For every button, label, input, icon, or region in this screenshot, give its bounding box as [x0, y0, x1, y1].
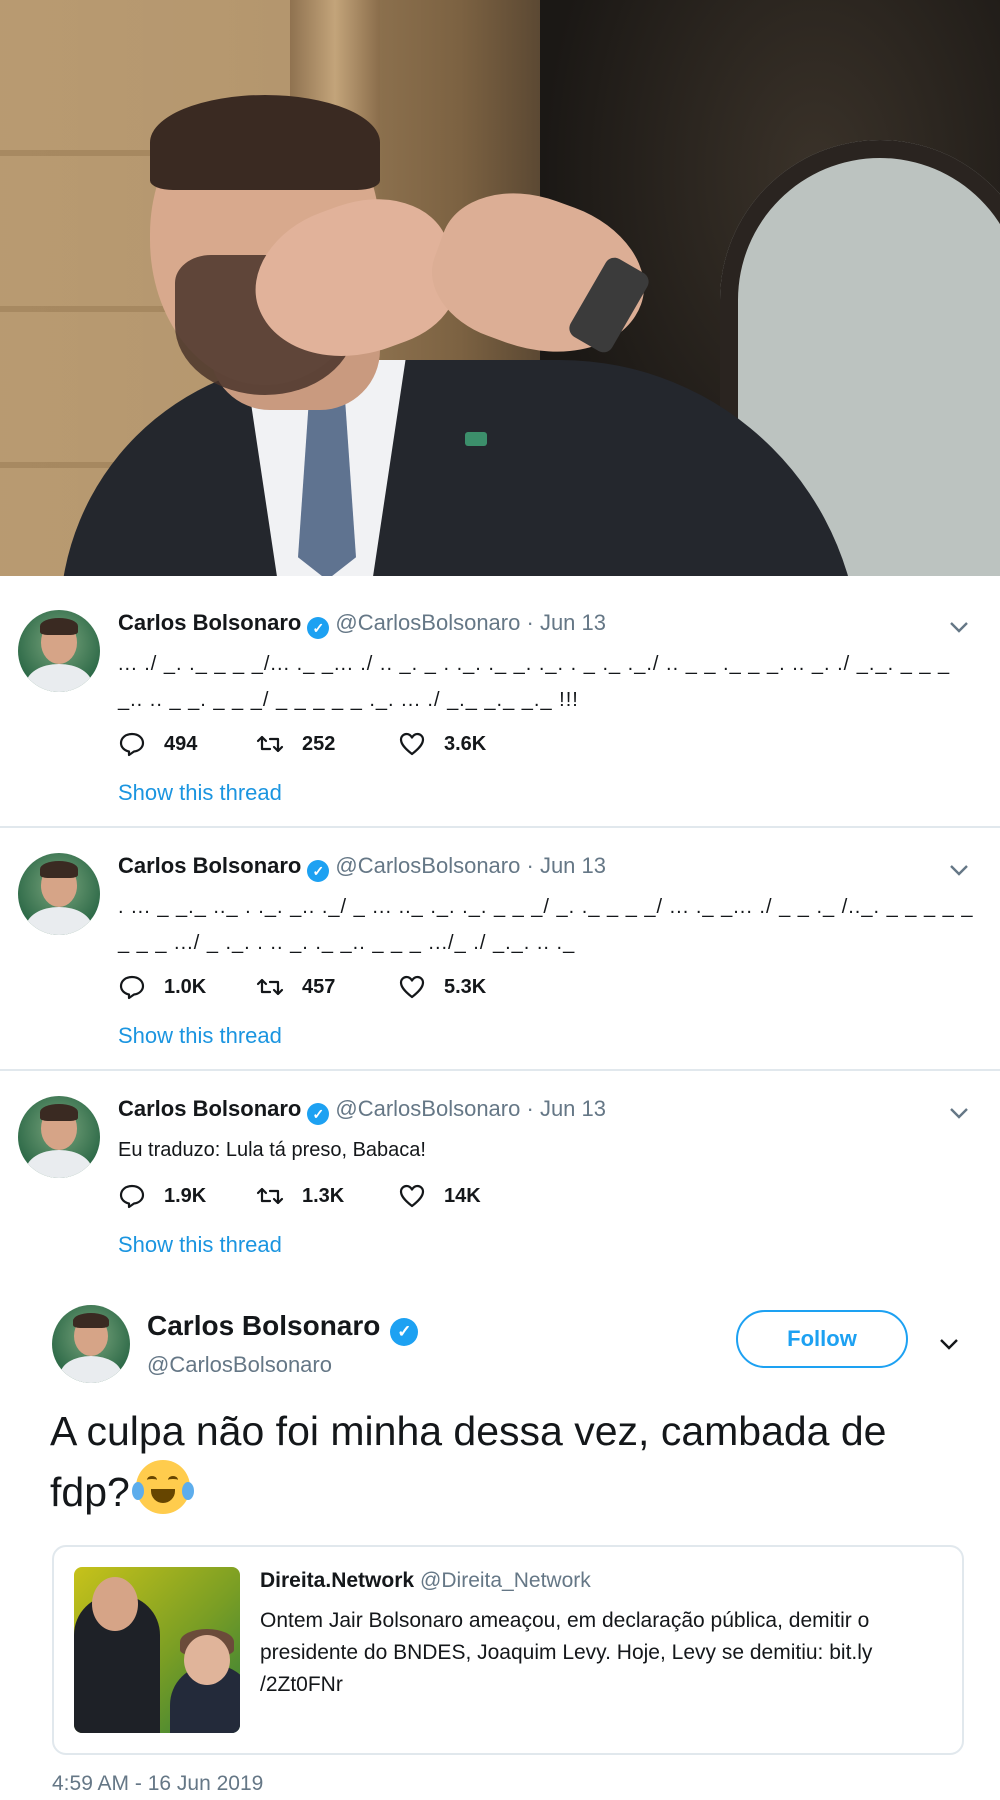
reply-count: 494 [164, 732, 198, 755]
reply-button[interactable]: 1.0K [118, 973, 206, 1001]
reply-icon [119, 732, 145, 757]
separator-dot: · [526, 610, 534, 635]
follow-button[interactable]: Follow [736, 1310, 908, 1368]
tweet-header: Carlos Bolsonaro ✓ @CarlosBolsonaro · Jun … [118, 853, 606, 882]
author-name[interactable]: Carlos Bolsonaro [118, 853, 301, 878]
main-author-name-text: Carlos Bolsonaro [147, 1310, 381, 1341]
quoted-author-handle: @Direita_Network [420, 1569, 591, 1592]
like-button[interactable]: 5.3K [398, 973, 486, 1001]
verified-badge-icon: ✓ [307, 1103, 330, 1125]
quoted-author-name: Direita.Network [260, 1569, 415, 1592]
chevron-down-icon[interactable] [948, 1102, 970, 1124]
retweet-count: 252 [302, 732, 336, 755]
show-thread-link[interactable]: Show this thread [118, 1232, 282, 1258]
tweet-header: Carlos Bolsonaro ✓ @CarlosBolsonaro · Jun … [118, 1096, 606, 1125]
main-avatar[interactable] [52, 1305, 130, 1383]
tweet-date[interactable]: Jun 13 [540, 610, 606, 635]
reply-button[interactable]: 494 [118, 730, 197, 758]
quoted-tweet-image [74, 1567, 240, 1733]
reply-count: 1.0K [164, 975, 207, 998]
retweet-count: 1.3K [302, 1184, 345, 1207]
like-count: 3.6K [444, 732, 487, 755]
like-count: 5.3K [444, 975, 487, 998]
tweet-2[interactable]: Carlos Bolsonaro ✓ @CarlosBolsonaro · Jun … [0, 833, 1000, 1071]
verified-badge-icon: ✓ [390, 1318, 419, 1346]
like-button[interactable]: 14K [398, 1182, 481, 1210]
retweet-button[interactable]: 252 [256, 730, 335, 758]
tweet-text: . ... _ _._ .._ . ._. _.. ._/ _ ... .._ … [118, 896, 974, 954]
reply-button[interactable]: 1.9K [118, 1182, 206, 1210]
like-count: 14K [444, 1184, 481, 1207]
tweet-text: Eu traduzo: Lula tá preso, Babaca! [118, 1139, 426, 1161]
retweet-icon [256, 735, 284, 753]
reply-icon [119, 1184, 145, 1209]
show-thread-link[interactable]: Show this thread [118, 1023, 282, 1049]
verified-badge-icon: ✓ [307, 617, 330, 639]
heart-icon [399, 1184, 425, 1208]
tweet-text: ... ./ _. ._ _ _ _/... ._ _... ./ .. _. … [118, 653, 951, 711]
tweet-date[interactable]: Jun 13 [540, 853, 606, 878]
tweet-header: Carlos Bolsonaro ✓ @CarlosBolsonaro · Jun … [118, 610, 606, 639]
main-author-name[interactable]: Carlos Bolsonaro ✓ [147, 1310, 424, 1346]
face-with-tears-of-joy-emoji [131, 1460, 194, 1514]
retweet-count: 457 [302, 975, 336, 998]
tweet-date[interactable]: Jun 13 [540, 1096, 606, 1121]
show-thread-link[interactable]: Show this thread [118, 780, 282, 806]
avatar[interactable] [18, 853, 100, 935]
like-button[interactable]: 3.6K [398, 730, 486, 758]
heart-icon [399, 732, 425, 756]
divider [0, 1069, 1000, 1071]
main-author-handle[interactable]: @CarlosBolsonaro [147, 1352, 332, 1378]
chevron-down-icon[interactable] [948, 859, 970, 881]
avatar[interactable] [18, 610, 100, 692]
separator-dot: · [526, 853, 534, 878]
quoted-tweet-card[interactable]: Direita.Network @Direita_Network Ontem Ja… [52, 1545, 964, 1755]
author-handle[interactable]: @CarlosBolsonaro [335, 1096, 520, 1121]
tweet-1[interactable]: Carlos Bolsonaro ✓ @CarlosBolsonaro · Jun … [0, 590, 1000, 828]
author-handle[interactable]: @CarlosBolsonaro [335, 853, 520, 878]
reply-count: 1.9K [164, 1184, 207, 1207]
avatar[interactable] [18, 1096, 100, 1178]
chevron-down-icon[interactable] [948, 616, 970, 638]
hero-photo [0, 0, 1000, 576]
retweet-button[interactable]: 457 [256, 973, 335, 1001]
retweet-icon [256, 1187, 284, 1205]
tweet-3[interactable]: Carlos Bolsonaro ✓ @CarlosBolsonaro · Jun … [0, 1076, 1000, 1281]
main-tweet-text: A culpa não foi minha dessa vez, cambada… [50, 1402, 950, 1521]
quoted-tweet-header: Direita.Network @Direita_Network [260, 1569, 591, 1593]
retweet-button[interactable]: 1.3K [256, 1182, 344, 1210]
chevron-down-icon[interactable] [938, 1333, 960, 1355]
tweet-timestamp[interactable]: 4:59 AM - 16 Jun 2019 [52, 1772, 263, 1796]
verified-badge-icon: ✓ [307, 860, 330, 882]
author-handle[interactable]: @CarlosBolsonaro [335, 610, 520, 635]
heart-icon [399, 975, 425, 999]
retweet-icon [256, 978, 284, 996]
divider [0, 826, 1000, 828]
author-name[interactable]: Carlos Bolsonaro [118, 1096, 301, 1121]
reply-icon [119, 975, 145, 1000]
separator-dot: · [526, 1096, 534, 1121]
quoted-tweet-text: Ontem Jair Bolsonaro ameaçou, em declara… [260, 1609, 873, 1696]
author-name[interactable]: Carlos Bolsonaro [118, 610, 301, 635]
